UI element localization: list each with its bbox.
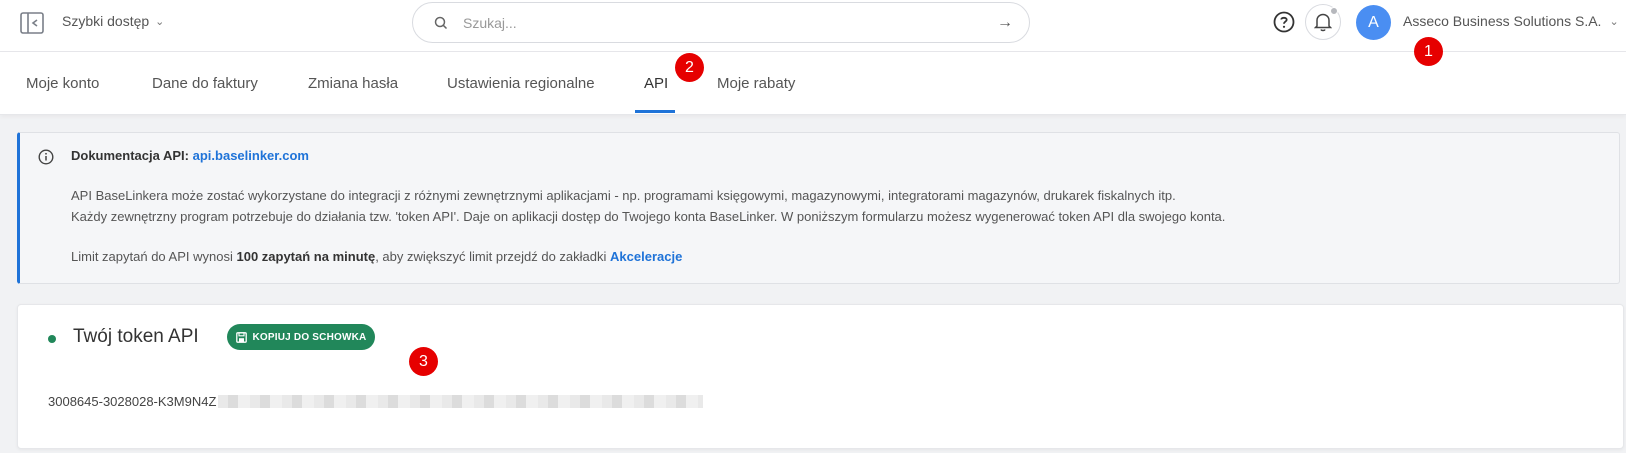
- tab-api[interactable]: API: [644, 75, 668, 92]
- api-docs-link[interactable]: api.baselinker.com: [193, 148, 309, 163]
- marker-1: 1: [1414, 37, 1443, 66]
- marker-2: 2: [675, 53, 704, 82]
- bell-icon: [1314, 13, 1332, 32]
- arrow-right-icon[interactable]: →: [997, 14, 1013, 32]
- tab-ustawienia-regionalne[interactable]: Ustawienia regionalne: [447, 75, 595, 92]
- marker-3: 3: [409, 347, 438, 376]
- top-bar: Szybki dostęp ⌄ → A Asseco Business Solu…: [0, 0, 1626, 52]
- token-visible-part: 3008645-3028028-K3M9N4Z: [48, 394, 217, 409]
- rate-limit-value: 100 zapytań na minutę: [236, 249, 376, 264]
- acceleration-link[interactable]: Akceleracje: [610, 249, 682, 264]
- api-token-value[interactable]: 3008645-3028028-K3M9N4Z: [48, 394, 704, 409]
- search-icon: [434, 16, 448, 29]
- notifications-button[interactable]: [1305, 4, 1341, 40]
- tab-moje-konto[interactable]: Moje konto: [26, 75, 99, 92]
- account-menu[interactable]: Asseco Business Solutions S.A. ⌄: [1403, 13, 1619, 29]
- tab-zmiana-hasla[interactable]: Zmiana hasła: [308, 75, 398, 92]
- search-bar: →: [412, 2, 1030, 43]
- status-dot: [48, 335, 56, 343]
- chevron-down-icon: ⌄: [1609, 15, 1619, 28]
- sidebar-toggle-icon[interactable]: [20, 12, 44, 34]
- token-title: Twój token API: [73, 326, 199, 347]
- tab-moje-rabaty[interactable]: Moje rabaty: [717, 75, 795, 92]
- api-info-panel: Dokumentacja API: api.baselinker.com API…: [17, 132, 1620, 284]
- account-name: Asseco Business Solutions S.A.: [1403, 13, 1602, 29]
- rate-limit-line: Limit zapytań do API wynosi 100 zapytań …: [71, 249, 682, 264]
- quick-access-label: Szybki dostęp: [62, 13, 150, 29]
- api-docs-label: Dokumentacja API:: [71, 148, 189, 163]
- tab-dane-do-faktury[interactable]: Dane do faktury: [152, 75, 258, 92]
- api-token-card: Twój token API KOPIUJ DO SCHOWKA 3008645…: [17, 304, 1624, 449]
- tab-bar: Moje konto Dane do faktury Zmiana hasła …: [0, 52, 1626, 115]
- info-text-line-2: Każdy zewnętrzny program potrzebuje do d…: [71, 209, 1226, 224]
- search-input[interactable]: [463, 14, 997, 31]
- copy-to-clipboard-button[interactable]: KOPIUJ DO SCHOWKA: [227, 324, 375, 350]
- quick-access-dropdown[interactable]: Szybki dostęp ⌄: [62, 13, 164, 29]
- save-icon: [235, 331, 247, 343]
- api-docs-line: Dokumentacja API: api.baselinker.com: [71, 148, 309, 163]
- help-icon[interactable]: [1272, 10, 1296, 34]
- avatar[interactable]: A: [1356, 5, 1391, 40]
- info-icon: [38, 149, 54, 165]
- rate-limit-prefix: Limit zapytań do API wynosi: [71, 249, 233, 264]
- chevron-down-icon: ⌄: [155, 15, 165, 28]
- rate-limit-middle: , aby zwiększyć limit przejdź do zakładk…: [375, 249, 607, 264]
- info-text-line-1: API BaseLinkera może zostać wykorzystane…: [71, 188, 1176, 203]
- copy-button-label: KOPIUJ DO SCHOWKA: [252, 331, 367, 343]
- token-redacted-part: [218, 395, 704, 408]
- notification-dot: [1330, 7, 1338, 15]
- active-tab-indicator: [635, 110, 675, 113]
